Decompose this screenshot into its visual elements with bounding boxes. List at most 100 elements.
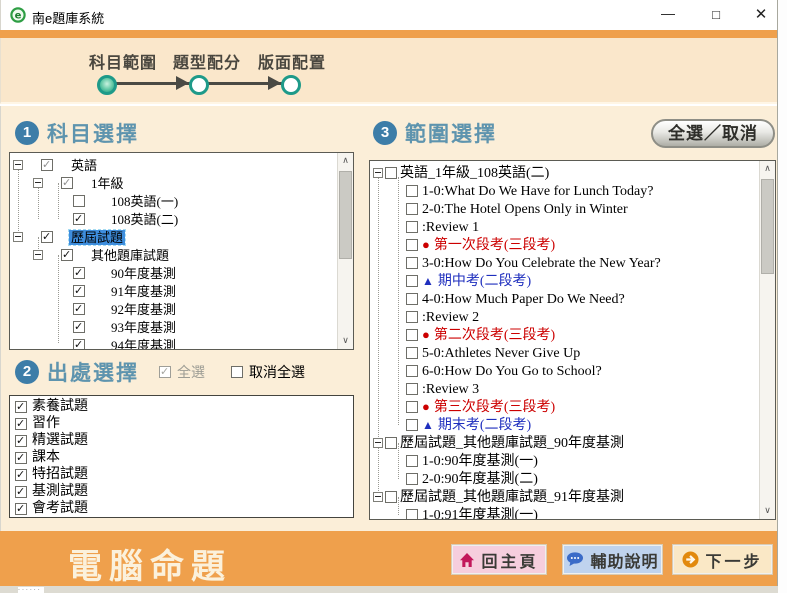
tree-item-label[interactable]: 108英語(二) xyxy=(109,212,180,227)
tree-row[interactable]: 1-0:91年度基測(一) xyxy=(370,506,759,519)
tree-item-label[interactable]: 5-0:Athletes Never Give Up xyxy=(420,346,582,361)
tree-checkbox[interactable] xyxy=(406,311,418,323)
tree-item-label[interactable]: 期末考(二段考) xyxy=(436,418,533,433)
tree-item-label[interactable]: 3-0:How Do You Celebrate the New Year? xyxy=(420,256,663,271)
source-checkbox[interactable] xyxy=(15,452,27,464)
tree-item-label[interactable]: 其他題庫試題 xyxy=(89,248,171,263)
tree-checkbox[interactable] xyxy=(406,401,418,413)
tree-item-label[interactable]: 1年級 xyxy=(89,176,126,191)
source-item-label[interactable]: 精選試題 xyxy=(32,433,88,448)
tree-row[interactable]: 2-0:The Hotel Opens Only in Winter xyxy=(370,200,759,218)
tree-checkbox[interactable] xyxy=(73,195,85,207)
tree-row[interactable]: :Review 3 xyxy=(370,380,759,398)
tree-checkbox[interactable] xyxy=(385,437,397,449)
tree-item-label[interactable]: 2-0:90年度基測(二) xyxy=(420,472,540,487)
collapse-toggle-icon[interactable] xyxy=(373,168,383,178)
range-tree-scrollbar[interactable]: ∧ ∨ xyxy=(759,161,775,519)
tree-row[interactable]: 歷屆試題_其他題庫試題_91年度基測 xyxy=(370,488,759,506)
tree-item-label[interactable]: 92年度基測 xyxy=(109,302,178,317)
tree-checkbox[interactable] xyxy=(61,177,73,189)
select-all-checkbox[interactable] xyxy=(159,366,171,378)
tree-checkbox[interactable] xyxy=(406,203,418,215)
tree-checkbox[interactable] xyxy=(406,257,418,269)
source-item-label[interactable]: 習作 xyxy=(32,416,60,431)
tree-item-label[interactable]: :Review 3 xyxy=(420,382,481,397)
tree-row[interactable]: 4-0:How Much Paper Do We Need? xyxy=(370,290,759,308)
tree-checkbox[interactable] xyxy=(406,275,418,287)
tree-item-label[interactable]: 1-0:What Do We Have for Lunch Today? xyxy=(420,184,655,199)
tree-row[interactable]: ● 第二次段考(三段考) xyxy=(370,326,759,344)
tree-checkbox[interactable] xyxy=(406,329,418,341)
tree-checkbox[interactable] xyxy=(73,285,85,297)
source-checkbox[interactable] xyxy=(15,486,27,498)
collapse-toggle-icon[interactable] xyxy=(33,250,43,260)
source-item-label[interactable]: 特招試題 xyxy=(32,467,88,482)
tree-checkbox[interactable] xyxy=(406,293,418,305)
collapse-toggle-icon[interactable] xyxy=(13,160,23,170)
tree-checkbox[interactable] xyxy=(73,303,85,315)
tree-item-label[interactable]: 4-0:How Much Paper Do We Need? xyxy=(420,292,627,307)
tree-item-label[interactable]: 1-0:90年度基測(一) xyxy=(420,454,540,469)
tree-checkbox[interactable] xyxy=(406,239,418,251)
tree-row[interactable]: 91年度基測 xyxy=(10,282,337,300)
tree-row[interactable]: ● 第一次段考(三段考) xyxy=(370,236,759,254)
source-checkbox[interactable] xyxy=(15,503,27,515)
tree-item-label[interactable]: :Review 1 xyxy=(420,220,481,235)
tree-row[interactable]: 93年度基測 xyxy=(10,318,337,336)
tree-checkbox[interactable] xyxy=(406,347,418,359)
tree-checkbox[interactable] xyxy=(385,491,397,503)
tree-row[interactable]: 108英語(一) xyxy=(10,192,337,210)
tree-checkbox[interactable] xyxy=(73,267,85,279)
source-list-item[interactable]: 課本 xyxy=(10,449,353,466)
tree-row[interactable]: :Review 1 xyxy=(370,218,759,236)
source-checkbox[interactable] xyxy=(15,435,27,447)
source-checkbox[interactable] xyxy=(15,469,27,481)
collapse-toggle-icon[interactable] xyxy=(33,178,43,188)
tree-checkbox[interactable] xyxy=(41,159,53,171)
tree-item-label[interactable]: :Review 2 xyxy=(420,310,481,325)
tree-item-label[interactable]: 英語 xyxy=(69,158,99,173)
tree-checkbox[interactable] xyxy=(406,455,418,467)
help-button[interactable]: 輔助說明 xyxy=(563,545,662,574)
tree-item-label[interactable]: 1-0:91年度基測(一) xyxy=(420,508,540,520)
tree-item-label[interactable]: 期中考(二段考) xyxy=(436,274,533,289)
tree-checkbox[interactable] xyxy=(406,473,418,485)
tree-checkbox[interactable] xyxy=(406,419,418,431)
scroll-down-icon[interactable]: ∨ xyxy=(338,333,353,349)
scroll-up-icon[interactable]: ∧ xyxy=(760,161,775,177)
tree-row[interactable]: :Review 2 xyxy=(370,308,759,326)
tree-row[interactable]: 5-0:Athletes Never Give Up xyxy=(370,344,759,362)
tree-item-label[interactable]: 2-0:The Hotel Opens Only in Winter xyxy=(420,202,630,217)
tree-item-label[interactable]: 第二次段考(三段考) xyxy=(432,328,557,343)
tree-item-label[interactable]: 第三次段考(三段考) xyxy=(432,400,557,415)
scrollbar-thumb[interactable] xyxy=(761,179,774,274)
tree-checkbox[interactable] xyxy=(406,185,418,197)
tree-checkbox[interactable] xyxy=(73,213,85,225)
tree-checkbox[interactable] xyxy=(41,231,53,243)
minimize-button[interactable]: — xyxy=(653,4,683,26)
tree-checkbox[interactable] xyxy=(73,339,85,349)
tree-row[interactable]: 英語 xyxy=(10,156,337,174)
close-button[interactable]: ✕ xyxy=(746,4,776,26)
source-list-item[interactable]: 精選試題 xyxy=(10,432,353,449)
tree-row[interactable]: 6-0:How Do You Go to School? xyxy=(370,362,759,380)
source-list-item[interactable]: 基測試題 xyxy=(10,483,353,500)
home-button[interactable]: 回主頁 xyxy=(452,545,546,574)
tree-item-label[interactable]: 英語_1年級_108英語(二) xyxy=(398,166,551,181)
tree-checkbox[interactable] xyxy=(406,221,418,233)
tree-item-label[interactable]: 91年度基測 xyxy=(109,284,178,299)
tree-row[interactable]: 英語_1年級_108英語(二) xyxy=(370,164,759,182)
collapse-toggle-icon[interactable] xyxy=(373,492,383,502)
tree-item-label[interactable]: 歷屆試題 xyxy=(69,230,125,245)
tree-row[interactable]: 3-0:How Do You Celebrate the New Year? xyxy=(370,254,759,272)
source-list-item[interactable]: 素養試題 xyxy=(10,398,353,415)
tree-row[interactable]: ● 第三次段考(三段考) xyxy=(370,398,759,416)
source-item-label[interactable]: 課本 xyxy=(32,450,60,465)
tree-checkbox[interactable] xyxy=(61,249,73,261)
tree-row-selected[interactable]: 歷屆試題 xyxy=(10,228,337,246)
tree-row[interactable]: 1年級 xyxy=(10,174,337,192)
tree-checkbox[interactable] xyxy=(406,383,418,395)
tree-item-label[interactable]: 歷屆試題_其他題庫試題_91年度基測 xyxy=(398,490,626,505)
source-list-item[interactable]: 習作 xyxy=(10,415,353,432)
tree-row[interactable]: 108英語(二) xyxy=(10,210,337,228)
